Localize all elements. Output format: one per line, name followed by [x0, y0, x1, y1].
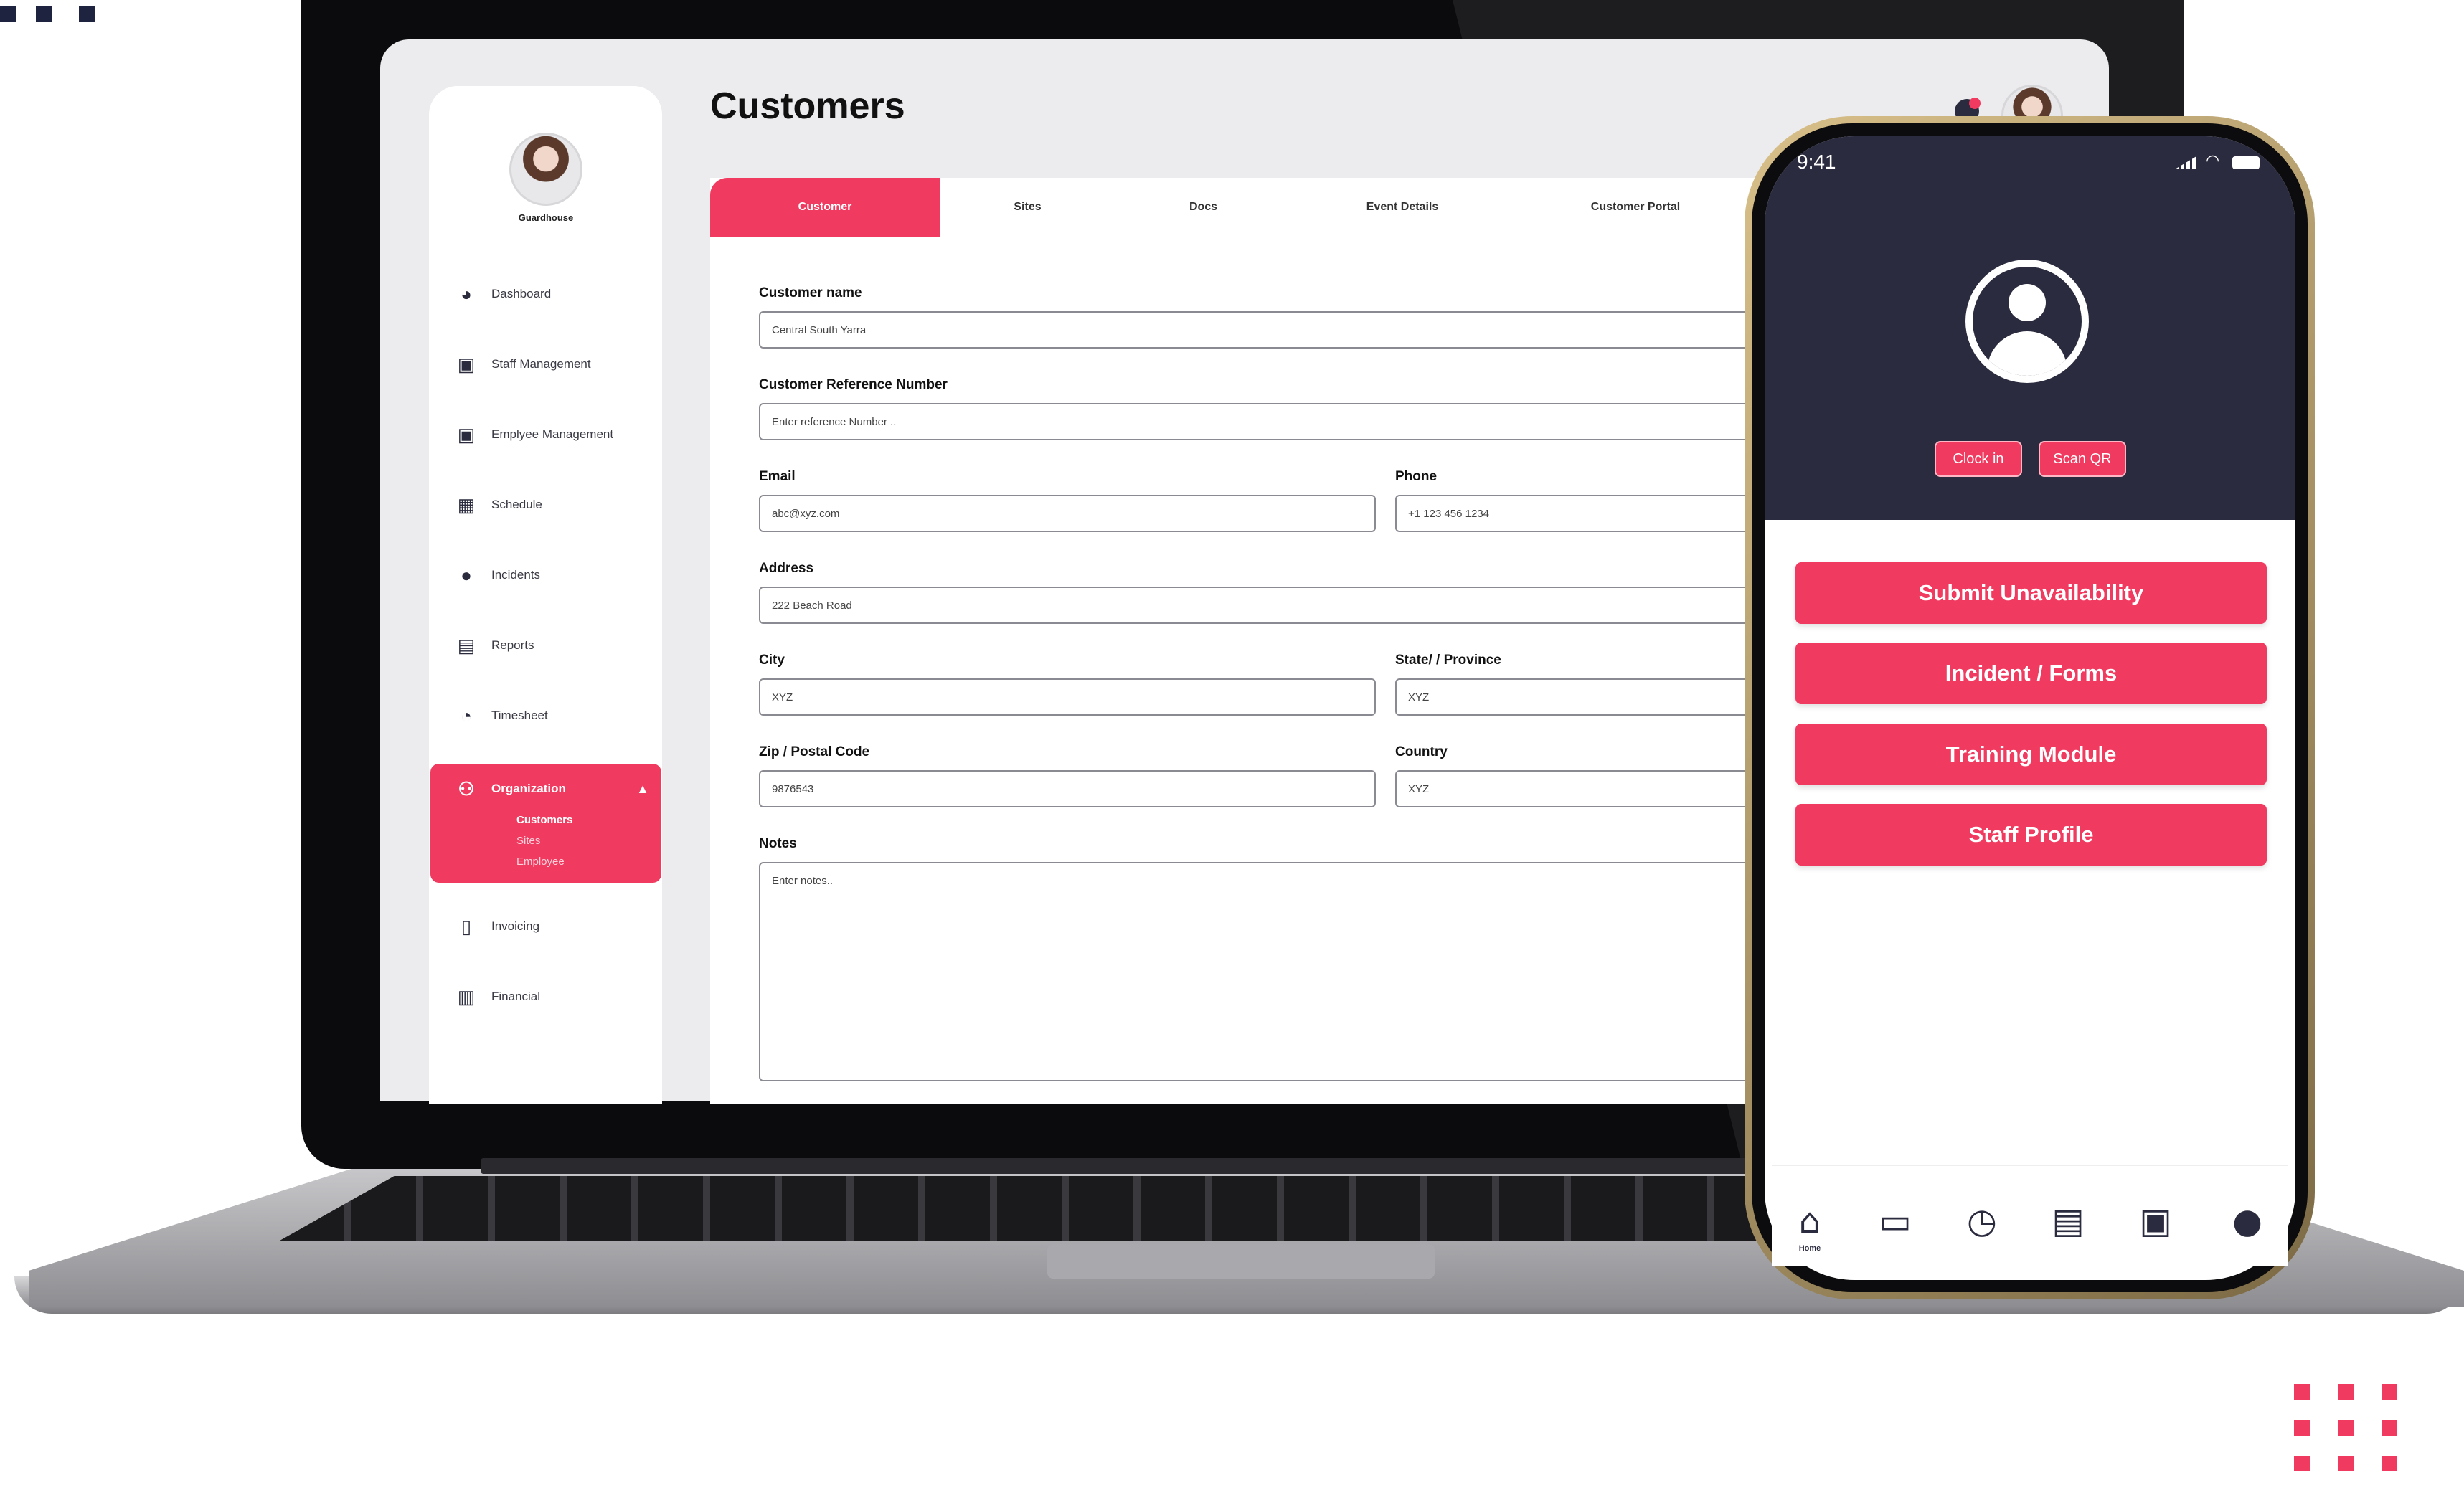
- customer-form: Customer name Central South Yarra Custom…: [710, 237, 1768, 1104]
- decor-dot: [2338, 1456, 2354, 1471]
- staff-profile-button[interactable]: Staff Profile: [1795, 804, 2267, 866]
- home-icon[interactable]: ⌂: [1785, 1201, 1835, 1241]
- phone-field[interactable]: +1 123 456 1234: [1395, 495, 1768, 532]
- tab-bar: Customer Sites Docs Event Details Custom…: [710, 178, 1757, 238]
- notes-textarea[interactable]: Enter notes..: [759, 862, 1763, 1081]
- decor-dot: [2382, 1456, 2397, 1471]
- submit-unavailability-button[interactable]: Submit Unavailability: [1795, 562, 2267, 624]
- table-icon: ▤: [457, 634, 476, 656]
- state-label: State/ / Province: [1395, 653, 1501, 668]
- calendar-icon[interactable]: ▭: [1870, 1201, 1920, 1241]
- reference-label: Customer Reference Number: [759, 377, 948, 392]
- sidebar-org-header[interactable]: ⚇ Organization ▲: [455, 774, 649, 803]
- reference-input[interactable]: Enter reference Number ..: [759, 403, 1763, 440]
- page-title: Customers: [710, 85, 905, 127]
- incident-forms-button[interactable]: Incident / Forms: [1795, 643, 2267, 704]
- sidebar-item-invoicing[interactable]: ▯ Invoicing: [455, 912, 539, 941]
- decor-dot: [0, 6, 16, 22]
- tab-docs[interactable]: Docs: [1115, 178, 1291, 237]
- employee-icon: ▣: [457, 423, 476, 445]
- clock-icon: ◔: [461, 704, 472, 726]
- calculator-icon: ▥: [457, 985, 476, 1008]
- status-time: 9:41: [1797, 151, 1836, 173]
- notes-icon[interactable]: ▤: [2043, 1201, 2093, 1241]
- customer-name-input[interactable]: Central South Yarra: [759, 311, 1763, 349]
- decor-dot: [2338, 1420, 2354, 1436]
- sidebar-item-label: Dashboard: [491, 287, 552, 300]
- address-input[interactable]: 222 Beach Road: [759, 587, 1763, 624]
- sidebar-item-employee-management[interactable]: ▣ Emplyee Management: [455, 420, 613, 449]
- zip-label: Zip / Postal Code: [759, 744, 870, 759]
- state-input[interactable]: XYZ: [1395, 678, 1768, 716]
- sidebar-item-label: Organization: [491, 782, 566, 795]
- alarm-icon[interactable]: ◷: [1957, 1201, 2007, 1241]
- tab-sites[interactable]: Sites: [940, 178, 1115, 237]
- city-label: City: [759, 653, 785, 668]
- sidebar-item-timesheet[interactable]: ◔ Timesheet: [455, 701, 548, 730]
- sidebar-item-schedule[interactable]: ▦ Schedule: [455, 490, 542, 519]
- sidebar-item-label: Financial: [491, 990, 541, 1003]
- staff-icon: ▣: [457, 353, 476, 375]
- decor-dot: [2338, 1384, 2354, 1400]
- tab-customer-portal[interactable]: Customer Portal: [1514, 178, 1757, 237]
- notification-dot: [1969, 98, 1981, 109]
- chevron-up-icon[interactable]: ▲: [636, 782, 649, 797]
- home-tab-label: Home: [1798, 1244, 1821, 1253]
- sidebar-item-label: Reports: [491, 638, 534, 652]
- subnav-sites[interactable]: Sites: [516, 835, 540, 847]
- sidebar-item-dashboard[interactable]: ◕ Dashboard: [455, 280, 551, 308]
- training-module-button[interactable]: Training Module: [1795, 724, 2267, 785]
- email-field[interactable]: abc@xyz.com: [759, 495, 1376, 532]
- sidebar-item-label: Incidents: [491, 568, 541, 582]
- subnav-employee[interactable]: Employee: [516, 855, 565, 868]
- profile-name: Guardhouse: [518, 212, 574, 223]
- decor-dot: [2294, 1420, 2310, 1436]
- user-avatar-icon[interactable]: [1965, 260, 2089, 383]
- sidebar-item-reports[interactable]: ▤ Reports: [455, 631, 534, 660]
- decor-dot: [2382, 1420, 2397, 1436]
- country-input[interactable]: XYZ: [1395, 770, 1768, 807]
- customer-name-label: Customer name: [759, 285, 862, 300]
- clock-in-button[interactable]: Clock in: [1935, 441, 2022, 477]
- address-label: Address: [759, 561, 814, 576]
- laptop-trackpad: [1047, 1244, 1435, 1279]
- sidebar-item-incidents[interactable]: ● Incidents: [455, 561, 540, 589]
- dashboard-icon: ◕: [461, 283, 472, 305]
- sidebar-item-label: Schedule: [491, 498, 542, 511]
- notes-label: Notes: [759, 836, 797, 851]
- sidebar-item-label: Invoicing: [491, 919, 540, 933]
- calendar-icon: ▦: [457, 493, 476, 516]
- sidebar-item-staff-management[interactable]: ▣ Staff Management: [455, 350, 591, 379]
- decor-dot: [79, 6, 95, 22]
- scan-qr-button[interactable]: Scan QR: [2039, 441, 2126, 477]
- sidebar: [429, 86, 662, 1104]
- wifi-icon: ◠: [2206, 152, 2220, 170]
- subnav-customers[interactable]: Customers: [516, 814, 572, 826]
- incident-icon: ●: [461, 564, 472, 586]
- battery-icon: [2232, 156, 2260, 169]
- invoice-icon: ▯: [461, 915, 472, 937]
- sidebar-item-financial[interactable]: ▥ Financial: [455, 982, 540, 1011]
- user-icon[interactable]: ●: [2222, 1201, 2272, 1241]
- id-card-icon[interactable]: ▣: [2130, 1201, 2181, 1241]
- decor-dot: [36, 6, 52, 22]
- tab-customer[interactable]: Customer: [710, 178, 940, 237]
- decor-dot: [2294, 1384, 2310, 1400]
- people-icon: ⚇: [458, 777, 475, 800]
- decor-dot: [2294, 1456, 2310, 1471]
- sidebar-item-label: Timesheet: [491, 708, 548, 722]
- country-label: Country: [1395, 744, 1448, 759]
- profile-avatar[interactable]: [509, 133, 582, 206]
- zip-input[interactable]: 9876543: [759, 770, 1376, 807]
- email-label: Email: [759, 469, 796, 484]
- decor-dot: [2382, 1384, 2397, 1400]
- city-input[interactable]: XYZ: [759, 678, 1376, 716]
- phone-label: Phone: [1395, 469, 1438, 484]
- sidebar-item-label: Emplyee Management: [491, 427, 614, 441]
- sidebar-item-label: Staff Management: [491, 357, 591, 371]
- tab-event-details[interactable]: Event Details: [1291, 178, 1514, 237]
- mobile-tab-bar: [1772, 1165, 2288, 1266]
